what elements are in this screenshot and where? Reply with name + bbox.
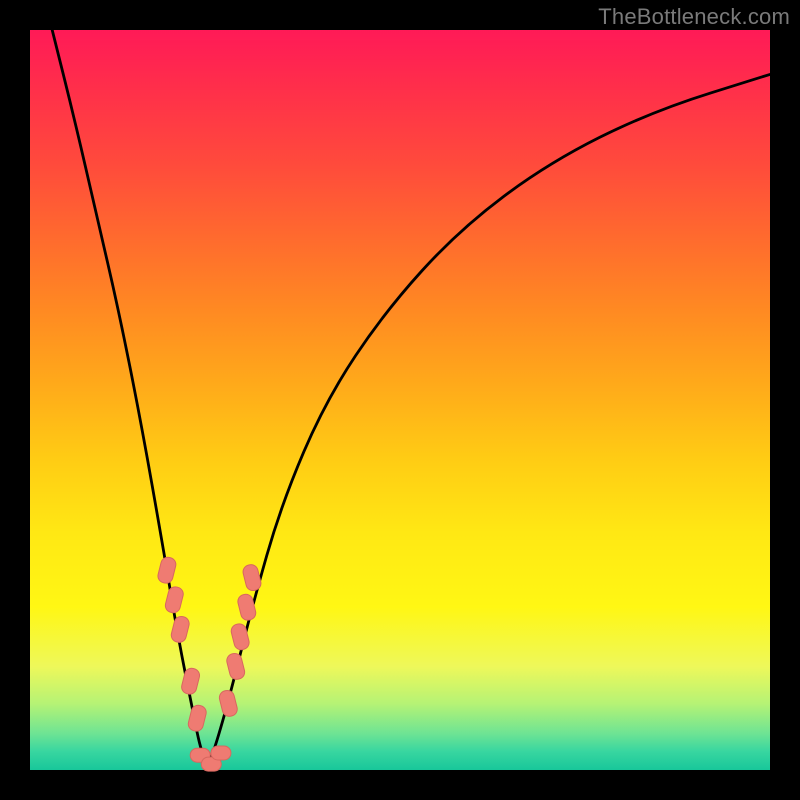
bead: [164, 585, 185, 614]
bead: [180, 667, 201, 696]
bead: [156, 556, 177, 585]
curve-layer: [30, 30, 770, 770]
bottleneck-curve: [52, 30, 770, 762]
bead: [211, 746, 231, 760]
bead: [187, 704, 208, 733]
bead: [242, 563, 263, 592]
bead: [170, 615, 191, 644]
bead: [218, 689, 239, 718]
watermark-text: TheBottleneck.com: [598, 4, 790, 30]
bottom-beads-group: [190, 746, 231, 771]
right-beads-group: [218, 563, 263, 718]
bead: [225, 652, 246, 681]
left-beads-group: [156, 556, 207, 733]
chart-frame: TheBottleneck.com: [0, 0, 800, 800]
